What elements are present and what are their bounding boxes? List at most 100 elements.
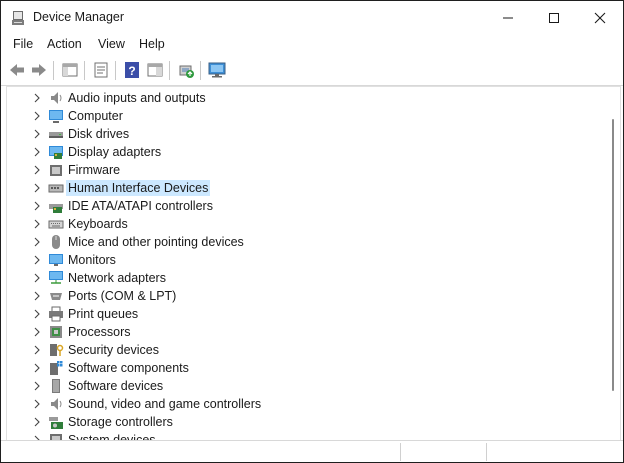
tree-item-software-devices[interactable]: Software devices xyxy=(7,377,605,395)
tree-item-human-interface-devices[interactable]: Human Interface Devices xyxy=(7,179,605,197)
menu-bar: File Action View Help xyxy=(1,34,623,56)
security-device-icon xyxy=(50,344,64,356)
chevron-right-icon[interactable] xyxy=(32,93,42,103)
tree-item-label: Firmware xyxy=(68,163,121,177)
tree-item-keyboards[interactable]: Keyboards xyxy=(7,215,605,233)
network-adapter-icon xyxy=(49,271,63,284)
chevron-right-icon[interactable] xyxy=(32,201,42,211)
chevron-right-icon[interactable] xyxy=(32,363,42,373)
action-view-button[interactable] xyxy=(146,61,164,79)
back-arrow-icon xyxy=(10,64,24,76)
vertical-scrollbar[interactable] xyxy=(608,87,620,440)
device-tree[interactable]: Audio inputs and outputs Computer Disk d… xyxy=(6,86,621,441)
maximize-button[interactable] xyxy=(531,1,577,34)
properties-icon xyxy=(94,62,108,78)
tree-item-print-queues[interactable]: Print queues xyxy=(7,305,605,323)
window-title: Device Manager xyxy=(33,10,125,24)
chevron-right-icon[interactable] xyxy=(32,255,42,265)
tree-item-storage-controllers[interactable]: Storage controllers xyxy=(7,413,605,431)
chevron-right-icon[interactable] xyxy=(32,327,42,337)
tree-item-ide-controllers[interactable]: IDE ATA/ATAPI controllers xyxy=(7,197,605,215)
tree-item-label: Sound, video and game controllers xyxy=(68,397,262,411)
storage-controller-icon xyxy=(49,417,63,429)
mouse-icon xyxy=(52,235,60,249)
toolbar-separator xyxy=(84,61,85,80)
tree-item-audio[interactable]: Audio inputs and outputs xyxy=(7,89,605,107)
ide-controller-icon xyxy=(49,204,63,213)
close-icon xyxy=(594,12,606,23)
disk-drive-icon xyxy=(49,132,63,138)
tree-item-computer[interactable]: Computer xyxy=(7,107,605,125)
update-driver-button[interactable] xyxy=(177,61,195,79)
toolbar-separator xyxy=(200,61,201,80)
tree-item-ports[interactable]: Ports (COM & LPT) xyxy=(7,287,605,305)
chevron-right-icon[interactable] xyxy=(32,183,42,193)
sound-icon xyxy=(51,398,62,410)
minimize-button[interactable] xyxy=(485,1,531,34)
tree-item-label: Human Interface Devices xyxy=(66,180,211,196)
chevron-right-icon[interactable] xyxy=(32,129,42,139)
tree-item-software-components[interactable]: Software components xyxy=(7,359,605,377)
menu-action[interactable]: Action xyxy=(47,37,82,51)
tree-item-label: Storage controllers xyxy=(68,415,173,429)
chevron-right-icon[interactable] xyxy=(32,399,42,409)
tree-item-label: Ports (COM & LPT) xyxy=(68,289,177,303)
show-hide-tree-icon xyxy=(62,63,78,77)
properties-button[interactable] xyxy=(92,61,110,79)
tree-item-label: Processors xyxy=(68,325,131,339)
chevron-right-icon[interactable] xyxy=(32,345,42,355)
monitor-icon xyxy=(49,254,63,266)
update-driver-icon xyxy=(179,65,194,78)
title-bar[interactable]: Device Manager xyxy=(1,1,623,34)
tree-item-processors[interactable]: Processors xyxy=(7,323,605,341)
chevron-right-icon[interactable] xyxy=(32,291,42,301)
scrollbar-thumb[interactable] xyxy=(612,119,614,391)
tree-item-label: IDE ATA/ATAPI controllers xyxy=(68,199,213,213)
svg-text:?: ? xyxy=(128,64,135,78)
help-button[interactable]: ? xyxy=(123,61,141,79)
tree-item-label: Keyboards xyxy=(68,217,128,231)
tree-item-mice[interactable]: Mice and other pointing devices xyxy=(7,233,605,251)
toolbar: ? xyxy=(1,56,623,86)
tree-item-security-devices[interactable]: Security devices xyxy=(7,341,605,359)
menu-view[interactable]: View xyxy=(98,37,125,51)
tree-item-label: Security devices xyxy=(68,343,160,357)
chevron-right-icon[interactable] xyxy=(32,219,42,229)
chevron-right-icon[interactable] xyxy=(32,417,42,427)
help-icon: ? xyxy=(125,62,139,78)
tree-item-disk-drives[interactable]: Disk drives xyxy=(7,125,605,143)
tree-item-label: Software devices xyxy=(68,379,164,393)
port-icon xyxy=(50,293,62,300)
keyboard-icon xyxy=(48,220,64,229)
chevron-right-icon[interactable] xyxy=(32,147,42,157)
chevron-right-icon[interactable] xyxy=(32,309,42,319)
tree-item-label: Software components xyxy=(68,361,189,375)
chevron-right-icon[interactable] xyxy=(32,111,42,121)
scan-hardware-button[interactable] xyxy=(208,61,226,79)
forward-button[interactable] xyxy=(30,61,48,79)
software-component-icon xyxy=(50,361,63,375)
show-hide-tree-button[interactable] xyxy=(61,61,79,79)
tree-item-monitors[interactable]: Monitors xyxy=(7,251,605,269)
device-manager-window: Device Manager File Action View Help ? A… xyxy=(0,0,624,463)
tree-item-label: Mice and other pointing devices xyxy=(68,235,244,249)
chevron-right-icon[interactable] xyxy=(32,237,42,247)
menu-help[interactable]: Help xyxy=(139,37,165,51)
chevron-right-icon[interactable] xyxy=(32,273,42,283)
maximize-icon xyxy=(549,12,559,23)
tree-item-label: Audio inputs and outputs xyxy=(68,91,206,105)
printer-icon xyxy=(49,306,63,322)
tree-item-display-adapters[interactable]: Display adapters xyxy=(7,143,605,161)
chevron-right-icon[interactable] xyxy=(32,165,42,175)
tree-item-firmware[interactable]: Firmware xyxy=(7,161,605,179)
close-button[interactable] xyxy=(577,1,623,34)
device-manager-app-icon xyxy=(12,11,24,25)
menu-file[interactable]: File xyxy=(13,37,33,51)
tree-item-sound-controllers[interactable]: Sound, video and game controllers xyxy=(7,395,605,413)
back-button[interactable] xyxy=(8,61,26,79)
chevron-right-icon[interactable] xyxy=(32,381,42,391)
tree-item-label: Disk drives xyxy=(68,127,130,141)
tree-item-network-adapters[interactable]: Network adapters xyxy=(7,269,605,287)
status-bar xyxy=(1,440,623,462)
toolbar-separator xyxy=(53,61,54,80)
